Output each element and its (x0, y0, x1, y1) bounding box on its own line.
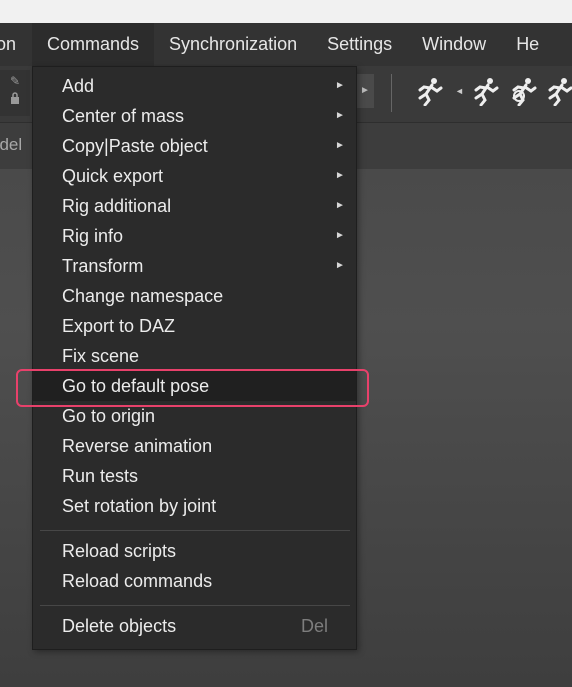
commands-dropdown-menu: Add ► Center of mass ► Copy|Paste object… (32, 66, 357, 650)
menu-item-fix-scene[interactable]: Fix scene (33, 341, 356, 371)
menu-item-label: Rig additional (62, 196, 172, 216)
menu-partial-left[interactable]: on (0, 23, 32, 66)
menu-item-delete-objects[interactable]: Delete objects Del (33, 611, 356, 641)
menu-item-set-rotation-by-joint[interactable]: Set rotation by joint (33, 491, 356, 521)
menu-item-label: Reload scripts (62, 541, 177, 561)
highlight-outline (16, 369, 369, 407)
lock-icon[interactable] (10, 92, 20, 107)
toolbar-expand-icon[interactable]: ► (356, 74, 374, 108)
menu-item-label: Run tests (62, 466, 139, 486)
menu-item-quick-export[interactable]: Quick export ► (33, 161, 356, 191)
menu-window[interactable]: Window (407, 23, 501, 66)
menu-item-label: Copy|Paste object (62, 136, 208, 156)
submenu-arrow-icon: ► (335, 260, 345, 271)
menu-item-reverse-animation[interactable]: Reverse animation (33, 431, 356, 461)
menu-bar: on Commands Synchronization Settings Win… (0, 23, 572, 66)
menu-item-label: Reverse animation (62, 436, 213, 456)
submenu-arrow-icon: ► (335, 140, 345, 151)
pin-icon[interactable]: ✎ (10, 74, 20, 88)
toolbar-divider (391, 74, 392, 112)
running-figure-icon[interactable] (470, 76, 500, 107)
menu-item-label: Quick export (62, 166, 164, 186)
menu-item-label: Transform (62, 256, 144, 276)
menu-separator (40, 605, 350, 606)
submenu-arrow-icon: ► (335, 80, 345, 91)
submenu-arrow-icon: ► (335, 200, 345, 211)
menu-item-label: Center of mass (62, 106, 185, 126)
menu-item-label: Change namespace (62, 286, 224, 306)
menu-item-reload-scripts[interactable]: Reload scripts (33, 536, 356, 566)
shortcut-label: Del (301, 616, 329, 636)
menu-item-label: Export to DAZ (62, 316, 176, 336)
toolbar-left-tools: ✎ (0, 70, 30, 116)
menu-separator (40, 530, 350, 531)
menu-item-rig-info[interactable]: Rig info ► (33, 221, 356, 251)
menu-item-reload-commands[interactable]: Reload commands (33, 566, 356, 596)
menu-item-transform[interactable]: Transform ► (33, 251, 356, 281)
menu-item-change-namespace[interactable]: Change namespace (33, 281, 356, 311)
running-figure-icon[interactable] (414, 76, 444, 107)
menu-synchronization[interactable]: Synchronization (154, 23, 312, 66)
menu-item-label: Set rotation by joint (62, 496, 217, 516)
prev-key-icon[interactable]: ◄ (455, 86, 464, 96)
running-figure-icon[interactable] (544, 76, 572, 107)
menu-item-label: Reload commands (62, 571, 213, 591)
app-window: on Commands Synchronization Settings Win… (0, 23, 572, 687)
running-figure-icon[interactable] (508, 76, 538, 107)
menu-item-run-tests[interactable]: Run tests (33, 461, 356, 491)
menu-item-add[interactable]: Add ► (33, 71, 356, 101)
submenu-arrow-icon: ► (335, 170, 345, 181)
menu-item-label: Delete objects (62, 616, 177, 636)
submenu-arrow-icon: ► (335, 110, 345, 121)
menu-help[interactable]: He (501, 23, 554, 66)
panel-tab-label[interactable]: odel (0, 135, 22, 155)
submenu-arrow-icon: ► (335, 230, 345, 241)
menu-settings[interactable]: Settings (312, 23, 407, 66)
menu-item-copy-paste-object[interactable]: Copy|Paste object ► (33, 131, 356, 161)
menu-commands[interactable]: Commands (32, 23, 155, 66)
menu-item-label: Fix scene (62, 346, 140, 366)
menu-item-label: Add (62, 76, 95, 96)
menu-item-rig-additional[interactable]: Rig additional ► (33, 191, 356, 221)
menu-item-label: Rig info (62, 226, 124, 246)
menu-item-export-to-daz[interactable]: Export to DAZ (33, 311, 356, 341)
menu-item-center-of-mass[interactable]: Center of mass ► (33, 101, 356, 131)
